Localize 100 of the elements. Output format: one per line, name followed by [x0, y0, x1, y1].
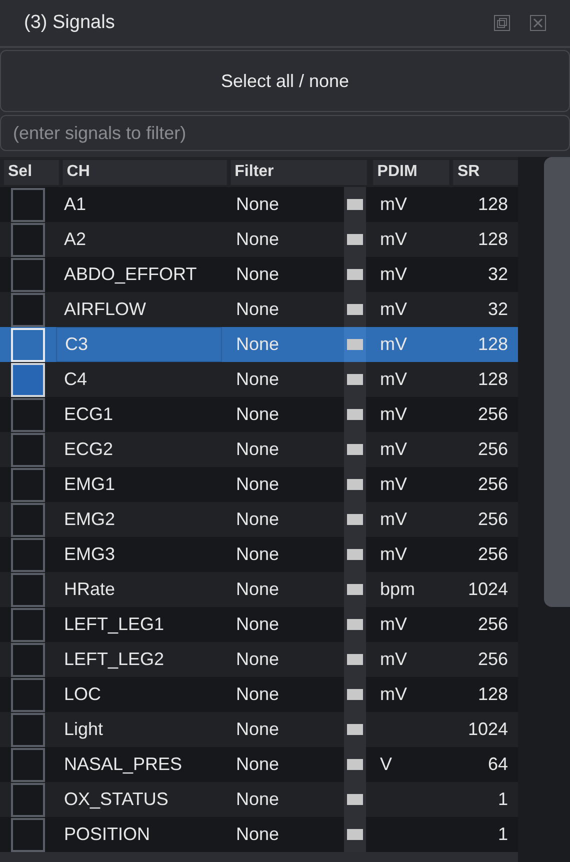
table-row[interactable]: Light None 1024 [0, 712, 518, 747]
checkbox[interactable] [11, 502, 45, 536]
table-row[interactable]: C3 None mV 128 [0, 327, 518, 362]
filter-cell: None [236, 684, 280, 704]
table-row[interactable]: A2 None mV 128 [0, 222, 518, 257]
filter-cell: None [236, 404, 280, 424]
sample-rate-cell: 256 [478, 474, 508, 494]
table-row[interactable]: A1 None mV 128 [0, 187, 518, 222]
sample-rate-cell: 1024 [468, 719, 508, 739]
channel-name: NASAL_PRES [64, 753, 182, 776]
channel-name: POSITION [64, 823, 150, 846]
sample-rate-cell: 32 [488, 299, 508, 319]
color-swatch-icon[interactable] [347, 479, 363, 490]
color-swatch-icon[interactable] [347, 304, 363, 315]
checkbox[interactable] [11, 782, 45, 816]
checkbox[interactable] [11, 678, 45, 712]
filter-cell: None [236, 614, 280, 634]
checkbox[interactable] [11, 748, 45, 782]
table-row[interactable]: HRate None bpm 1024 [0, 572, 518, 607]
table-row[interactable]: NASAL_PRES None V 64 [0, 747, 518, 782]
sample-rate-cell: 256 [478, 649, 508, 669]
checkbox[interactable] [11, 292, 45, 326]
checkbox[interactable] [11, 572, 45, 606]
table-row[interactable]: EMG2 None mV 256 [0, 502, 518, 537]
color-swatch-icon[interactable] [347, 444, 363, 455]
channel-name: A1 [64, 193, 86, 216]
unit-cell: V [380, 754, 392, 774]
checkbox[interactable] [11, 468, 45, 502]
table-row[interactable]: C4 None mV 128 [0, 362, 518, 397]
column-header[interactable]: CH [62, 160, 227, 184]
unit-cell: mV [380, 649, 407, 669]
channel-name: Light [64, 718, 104, 741]
table-row[interactable]: ECG1 None mV 256 [0, 397, 518, 432]
sample-rate-cell: 1 [498, 789, 508, 809]
color-swatch-icon[interactable] [347, 689, 363, 700]
color-swatch-icon[interactable] [347, 654, 363, 665]
checkbox[interactable] [11, 712, 45, 746]
color-swatch-icon[interactable] [347, 584, 363, 595]
table-row[interactable]: ECG2 None mV 256 [0, 432, 518, 467]
sample-rate-cell: 1 [498, 824, 508, 844]
table-row[interactable]: LEFT_LEG2 None mV 256 [0, 642, 518, 677]
checkbox[interactable] [11, 188, 45, 222]
close-icon[interactable] [530, 15, 546, 31]
table-row[interactable]: EMG3 None mV 256 [0, 537, 518, 572]
color-swatch-icon[interactable] [347, 234, 363, 245]
color-swatch-icon[interactable] [347, 514, 363, 525]
channel-name: ABDO_EFFORT [64, 263, 197, 286]
channel-name: A2 [64, 228, 86, 251]
table-row[interactable]: OX_STATUS None 1 [0, 782, 518, 817]
sample-rate-cell: 64 [488, 754, 508, 774]
checkbox[interactable] [11, 432, 45, 466]
table-row[interactable]: ABDO_EFFORT None mV 32 [0, 257, 518, 292]
color-swatch-icon[interactable] [347, 374, 363, 385]
color-swatch-icon[interactable] [347, 794, 363, 805]
channel-name: ECG2 [64, 438, 114, 461]
checkbox[interactable] [11, 538, 45, 572]
color-swatch-icon[interactable] [347, 409, 363, 420]
table-row[interactable]: LEFT_LEG1 None mV 256 [0, 607, 518, 642]
filter-cell: None [236, 579, 280, 599]
unit-cell: mV [380, 194, 407, 214]
column-header[interactable]: Filter [230, 160, 368, 184]
color-swatch-icon[interactable] [347, 269, 363, 280]
checkbox[interactable] [11, 608, 45, 642]
unit-cell: mV [380, 299, 407, 319]
filter-cell: None [236, 544, 280, 564]
select-all-button[interactable]: Select all / none [0, 50, 570, 112]
sample-rate-cell: 128 [478, 334, 508, 354]
channel-name: LEFT_LEG2 [64, 648, 164, 671]
color-swatch-icon[interactable] [347, 724, 363, 735]
color-swatch-icon[interactable] [347, 199, 363, 210]
table-row[interactable]: POSITION None 1 [0, 817, 518, 852]
channel-name: OX_STATUS [64, 788, 168, 811]
checkbox[interactable] [11, 818, 45, 852]
checkbox[interactable] [11, 222, 45, 256]
unit-cell: mV [380, 684, 407, 704]
restore-icon[interactable] [494, 15, 510, 31]
sample-rate-cell: 256 [478, 439, 508, 459]
window-title: (3) Signals [24, 10, 116, 35]
table-row[interactable]: LOC None mV 128 [0, 677, 518, 712]
filter-cell: None [236, 439, 280, 459]
checkbox[interactable] [11, 258, 45, 292]
filter-cell: None [236, 299, 280, 319]
column-header[interactable]: PDIM [373, 160, 450, 184]
channel-name: ECG1 [64, 403, 114, 426]
scrollbar-thumb[interactable] [544, 157, 570, 607]
unit-cell: mV [380, 474, 407, 494]
color-swatch-icon[interactable] [347, 549, 363, 560]
table-row[interactable]: AIRFLOW None mV 32 [0, 292, 518, 327]
color-swatch-icon[interactable] [347, 829, 363, 840]
color-swatch-icon[interactable] [347, 759, 363, 770]
column-header[interactable]: Sel [4, 160, 59, 184]
column-header[interactable]: SR [453, 160, 518, 184]
checkbox[interactable] [11, 398, 45, 432]
color-swatch-icon[interactable] [347, 619, 363, 630]
sample-rate-cell: 128 [478, 194, 508, 214]
filter-input-field[interactable]: (enter signals to filter) [0, 115, 570, 151]
table-row[interactable]: EMG1 None mV 256 [0, 467, 518, 502]
checkbox[interactable] [11, 642, 45, 676]
filter-cell: None [236, 754, 280, 774]
color-swatch-icon[interactable] [347, 339, 363, 350]
